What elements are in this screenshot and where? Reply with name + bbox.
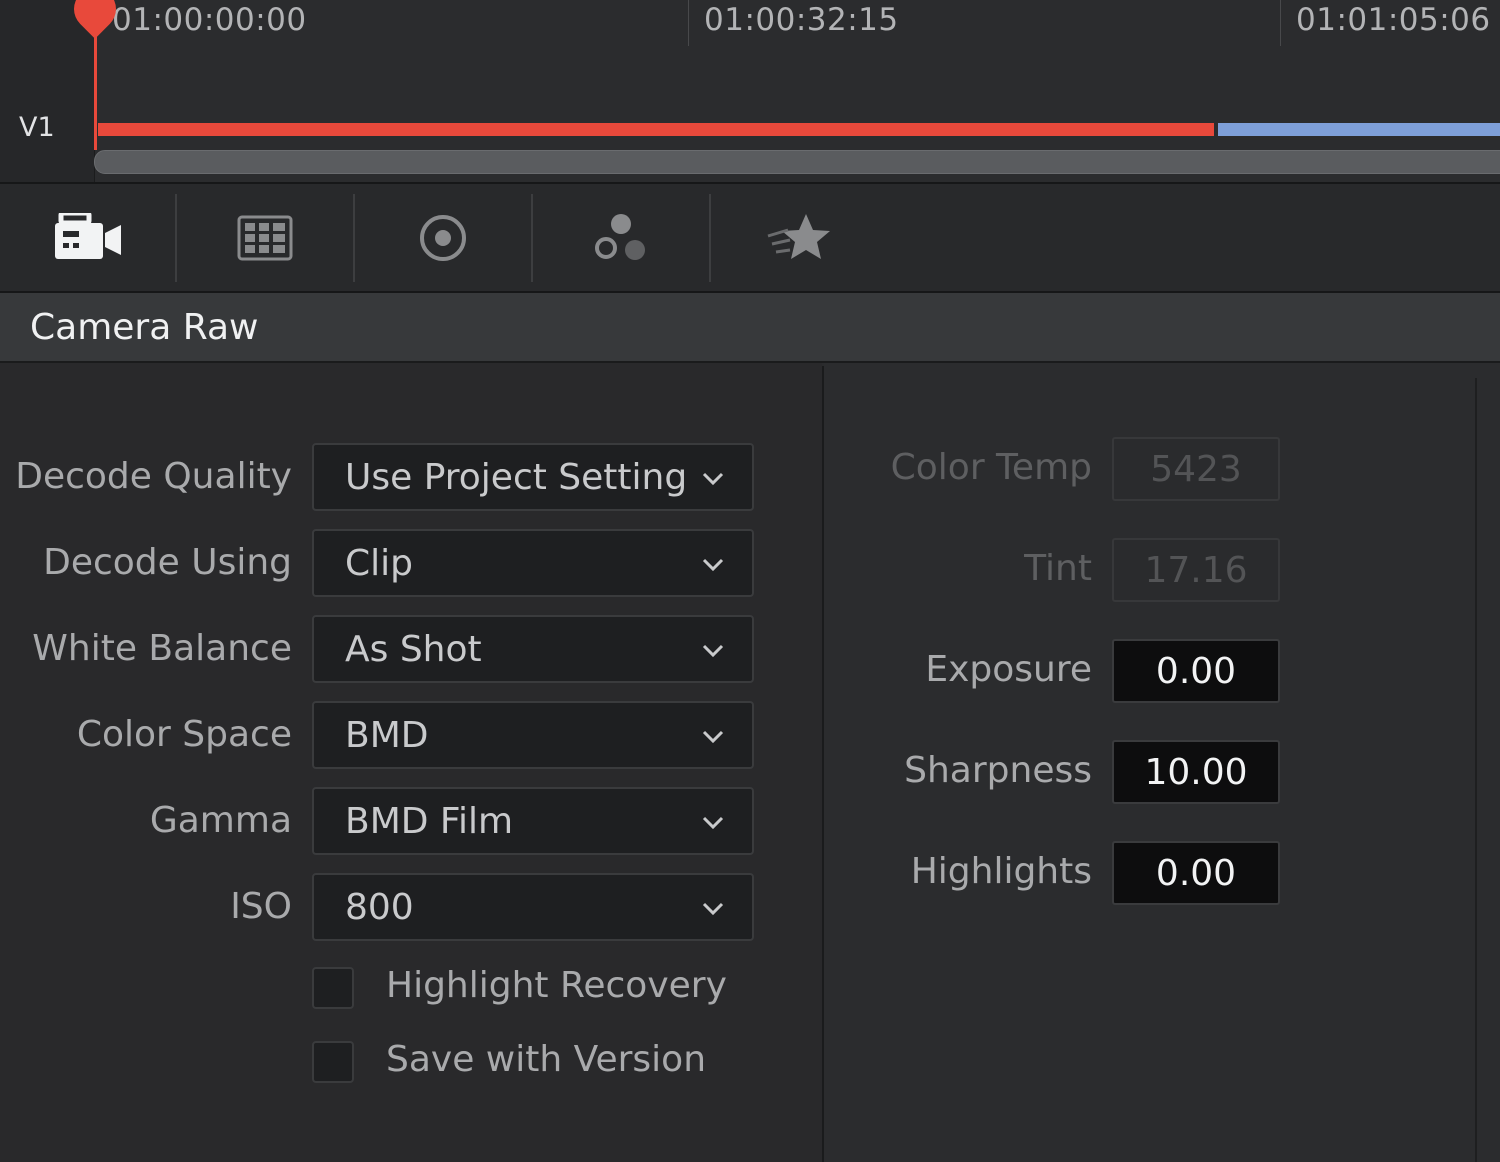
timecode-mid: 01:00:32:15 xyxy=(704,2,899,38)
decode-quality-label: Decode Quality xyxy=(15,456,292,497)
gamma-dropdown[interactable]: BMD Film xyxy=(312,787,754,855)
chevron-down-icon xyxy=(702,644,724,658)
decode-using-dropdown[interactable]: Clip xyxy=(312,529,754,597)
color-chart-icon xyxy=(237,215,293,260)
chevron-down-icon xyxy=(702,902,724,916)
primaries-button[interactable] xyxy=(533,184,709,291)
palette-toolbar xyxy=(0,184,1500,293)
sharpness-field[interactable]: 10.00 xyxy=(1112,740,1280,804)
white-balance-label: White Balance xyxy=(32,628,292,669)
dropdown-value: BMD xyxy=(345,715,429,756)
track-header: V1 xyxy=(0,0,95,182)
track-name-v1: V1 xyxy=(19,112,55,143)
timecode-end: 01:01:05:06 xyxy=(1296,2,1491,38)
decode-quality-dropdown[interactable]: Use Project Setting xyxy=(312,443,754,511)
section-header: Camera Raw xyxy=(0,293,1500,363)
color-temp-field: 5423 xyxy=(1112,437,1280,501)
highlights-label: Highlights xyxy=(910,851,1092,892)
color-space-label: Color Space xyxy=(76,714,292,755)
gamma-label: Gamma xyxy=(149,800,292,841)
dropdown-value: Clip xyxy=(345,543,413,584)
color-temp-label: Color Temp xyxy=(890,447,1092,488)
dropdown-value: Use Project Setting xyxy=(345,457,688,498)
dropdown-value: As Shot xyxy=(345,629,482,670)
chevron-down-icon xyxy=(702,472,724,486)
node-circles-icon xyxy=(595,213,645,260)
video-clip-red[interactable] xyxy=(98,123,1214,136)
camera-raw-button[interactable] xyxy=(0,184,176,291)
timecode-ruler[interactable]: 01:00:00:00 01:00:32:15 01:01:05:06 xyxy=(94,0,1500,46)
camera-raw-icon xyxy=(55,212,121,259)
timeline: V1 01:00:00:00 01:00:32:15 01:01:05:06 xyxy=(0,0,1500,184)
dropdown-value: BMD Film xyxy=(345,801,514,842)
highlight-recovery-checkbox[interactable] xyxy=(312,967,354,1009)
sharpness-label: Sharpness xyxy=(904,750,1092,791)
color-chart-button[interactable] xyxy=(177,184,353,291)
tint-label: Tint xyxy=(1024,548,1092,589)
exposure-field[interactable]: 0.00 xyxy=(1112,639,1280,703)
timeline-scrollbar[interactable] xyxy=(94,150,1500,174)
timecode-start: 01:00:00:00 xyxy=(112,2,307,38)
chevron-down-icon xyxy=(702,816,724,830)
save-with-version-checkbox[interactable] xyxy=(312,1041,354,1083)
favorite-star-icon xyxy=(767,213,830,259)
iso-label: ISO xyxy=(230,886,292,927)
target-icon xyxy=(420,214,466,261)
exposure-label: Exposure xyxy=(925,649,1092,690)
highlights-field[interactable]: 0.00 xyxy=(1112,841,1280,905)
chevron-down-icon xyxy=(702,730,724,744)
highlight-recovery-label[interactable]: Highlight Recovery xyxy=(386,965,727,1006)
section-title: Camera Raw xyxy=(30,307,259,348)
panel-divider xyxy=(1475,378,1477,1162)
color-space-dropdown[interactable]: BMD xyxy=(312,701,754,769)
iso-dropdown[interactable]: 800 xyxy=(312,873,754,941)
ruler-tick xyxy=(1280,0,1281,46)
ruler-tick xyxy=(688,0,689,46)
save-with-version-label[interactable]: Save with Version xyxy=(386,1039,706,1080)
color-match-button[interactable] xyxy=(355,184,531,291)
tint-field: 17.16 xyxy=(1112,538,1280,602)
favorites-button[interactable] xyxy=(711,184,887,291)
dropdown-value: 800 xyxy=(345,887,414,928)
white-balance-dropdown[interactable]: As Shot xyxy=(312,615,754,683)
chevron-down-icon xyxy=(702,558,724,572)
decode-using-label: Decode Using xyxy=(43,542,292,583)
video-clip-blue[interactable] xyxy=(1218,123,1500,136)
